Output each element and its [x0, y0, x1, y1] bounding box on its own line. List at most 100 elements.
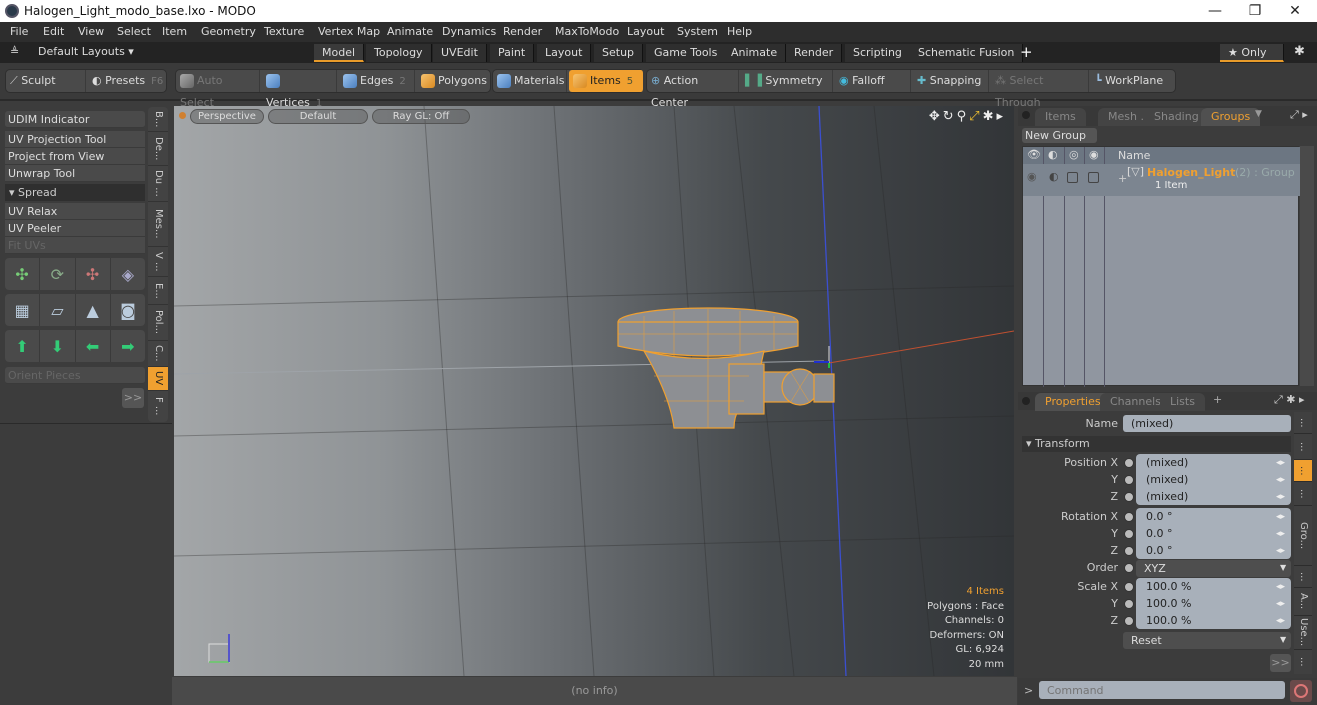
scale-z-field[interactable]: 100.0 %: [1138, 612, 1263, 629]
order-dropdown[interactable]: XYZ: [1136, 560, 1291, 577]
vtab-e[interactable]: E...: [148, 277, 168, 305]
more-tools-button[interactable]: >>: [122, 388, 144, 408]
menu-layout[interactable]: Layout: [627, 25, 664, 38]
scale-x-keyframe-icon[interactable]: [1124, 582, 1134, 592]
add-tab-icon[interactable]: +: [1213, 393, 1222, 406]
gear-icon[interactable]: ✱: [1294, 44, 1305, 59]
zoom-icon[interactable]: ⚲: [957, 109, 970, 124]
unwrap-tool-button[interactable]: Unwrap Tool: [5, 165, 145, 182]
rotation-x-field[interactable]: 0.0 °: [1138, 508, 1263, 525]
close-button[interactable]: ✕: [1275, 1, 1315, 21]
uv-plane-icon[interactable]: ▱: [40, 294, 76, 326]
select-lock-icon[interactable]: ◎: [1069, 148, 1079, 161]
render-icon[interactable]: ◐: [1048, 148, 1058, 161]
default-layouts-dropdown[interactable]: Default Layouts ▾: [38, 45, 134, 58]
tab-schematic-fusion[interactable]: Schematic Fusion: [910, 44, 1024, 62]
action-center-button[interactable]: ⊕ Action Center: [647, 70, 739, 109]
scale-y-keyframe-icon[interactable]: [1124, 599, 1134, 609]
tab-model[interactable]: Model: [314, 44, 365, 62]
align-bottom-icon[interactable]: ⬇: [40, 330, 76, 362]
menu-vertex-map[interactable]: Vertex Map: [318, 25, 380, 38]
perspective-view-button[interactable]: Perspective: [190, 109, 264, 124]
menu-geometry[interactable]: Geometry: [201, 25, 256, 38]
uv-projection-tool-button[interactable]: UV Projection Tool: [5, 131, 145, 148]
uv-move-icon[interactable]: ✣: [5, 258, 41, 290]
scale-y-field[interactable]: 100.0 %: [1138, 595, 1263, 612]
align-right-icon[interactable]: ➡: [111, 330, 145, 362]
rvtab-3[interactable]: ...: [1294, 460, 1312, 482]
uv-relax-button[interactable]: UV Relax: [5, 203, 145, 220]
edges-button[interactable]: Edges 2: [339, 70, 415, 92]
rotation-z-keyframe-icon[interactable]: [1124, 546, 1134, 556]
rvtab-4[interactable]: ...: [1294, 482, 1312, 506]
menu-help[interactable]: Help: [727, 25, 752, 38]
uv-cylinder-icon[interactable]: ▦: [5, 294, 41, 326]
vtab-du[interactable]: Du ...: [148, 166, 168, 202]
only-toggle[interactable]: ★ Only: [1220, 44, 1284, 62]
menu-view[interactable]: View: [78, 25, 104, 38]
scale-z-arrows-icon[interactable]: ◂▸: [1276, 616, 1285, 626]
polygons-button[interactable]: Polygons: [417, 70, 491, 92]
shading-default-button[interactable]: Default: [268, 109, 368, 124]
menu-animate[interactable]: Animate: [387, 25, 433, 38]
panel-menu-dot-icon[interactable]: [1022, 111, 1030, 119]
menu-render[interactable]: Render: [503, 25, 542, 38]
rvtab-groups[interactable]: Gro...: [1294, 506, 1312, 566]
tab-layout[interactable]: Layout: [537, 44, 592, 62]
tab-topology[interactable]: Topology: [366, 44, 432, 62]
rvtab-6[interactable]: ...: [1294, 566, 1312, 588]
menu-item[interactable]: Item: [162, 25, 187, 38]
uv-perspective-icon[interactable]: ▲: [76, 294, 111, 326]
row-visibility-icon[interactable]: ◉: [1027, 170, 1037, 183]
props-maximize-icon[interactable]: ⤢ ✱ ▸: [1274, 393, 1305, 407]
uv-sphere-icon[interactable]: ◙: [111, 294, 145, 326]
sculpt-button[interactable]: ⟋ Sculpt: [6, 70, 86, 92]
group-name[interactable]: Halogen_Light: [1147, 166, 1235, 179]
menu-edit[interactable]: Edit: [43, 25, 64, 38]
tab-shading[interactable]: Shading: [1144, 108, 1209, 126]
position-z-arrows-icon[interactable]: ◂▸: [1276, 492, 1285, 502]
3d-viewport[interactable]: Perspective Default Ray GL: Off ✥↻⚲⤢✱▸ 4…: [174, 106, 1014, 676]
rotation-z-field[interactable]: 0.0 °: [1138, 542, 1263, 559]
minimize-button[interactable]: —: [1195, 1, 1235, 21]
falloff-button[interactable]: ◉ Falloff: [835, 70, 911, 92]
vtab-pol[interactable]: Pol...: [148, 305, 168, 341]
position-x-arrows-icon[interactable]: ◂▸: [1276, 458, 1285, 468]
group-row[interactable]: ◉ ◐ + [▽] Halogen_Light (2) : Group 1 It…: [1023, 164, 1300, 196]
spread-section-header[interactable]: ▾ Spread: [5, 184, 145, 201]
rotation-y-arrows-icon[interactable]: ◂▸: [1276, 529, 1285, 539]
rotation-x-keyframe-icon[interactable]: [1124, 512, 1134, 522]
menu-texture[interactable]: Texture: [264, 25, 304, 38]
orient-pieces-button[interactable]: Orient Pieces: [5, 367, 145, 384]
add-tab-button[interactable]: +: [1020, 43, 1033, 61]
command-input[interactable]: [1039, 681, 1285, 699]
tab-paint[interactable]: Paint: [490, 44, 535, 62]
presets-button[interactable]: ◐ Presets F6: [88, 70, 168, 92]
rotation-y-field[interactable]: 0.0 °: [1138, 525, 1263, 542]
project-from-view-button[interactable]: Project from View: [5, 148, 145, 165]
tab-lists[interactable]: Lists: [1160, 393, 1205, 411]
vtab-mes[interactable]: Mes...: [148, 202, 168, 247]
materials-button[interactable]: Materials: [493, 70, 567, 92]
uv-mirror-icon[interactable]: ◈: [111, 258, 145, 290]
align-left-icon[interactable]: ⬅: [76, 330, 111, 362]
vtab-f[interactable]: F ...: [148, 391, 168, 422]
uv-scale-icon[interactable]: ✣: [76, 258, 111, 290]
items-button[interactable]: Items 5: [569, 70, 644, 92]
tab-groups[interactable]: Groups: [1201, 108, 1261, 126]
uv-rotate-icon[interactable]: ⟳: [40, 258, 76, 290]
visibility-eye-icon[interactable]: 👁: [1027, 148, 1041, 161]
viewport-more-icon[interactable]: ▸: [996, 109, 1006, 124]
record-macro-button[interactable]: [1290, 680, 1312, 702]
workplane-button[interactable]: ┗ WorkPlane: [1091, 70, 1175, 92]
maximize-button[interactable]: ❐: [1235, 1, 1275, 21]
position-z-field[interactable]: (mixed): [1138, 488, 1263, 505]
row-lock-checkbox[interactable]: [1088, 172, 1099, 183]
tab-render[interactable]: Render: [786, 44, 843, 62]
menu-dynamics[interactable]: Dynamics: [442, 25, 496, 38]
position-z-keyframe-icon[interactable]: [1124, 492, 1134, 502]
vtab-v[interactable]: V ...: [148, 247, 168, 277]
scale-x-arrows-icon[interactable]: ◂▸: [1276, 582, 1285, 592]
udim-indicator-button[interactable]: UDIM Indicator: [5, 111, 145, 128]
rotation-x-arrows-icon[interactable]: ◂▸: [1276, 512, 1285, 522]
